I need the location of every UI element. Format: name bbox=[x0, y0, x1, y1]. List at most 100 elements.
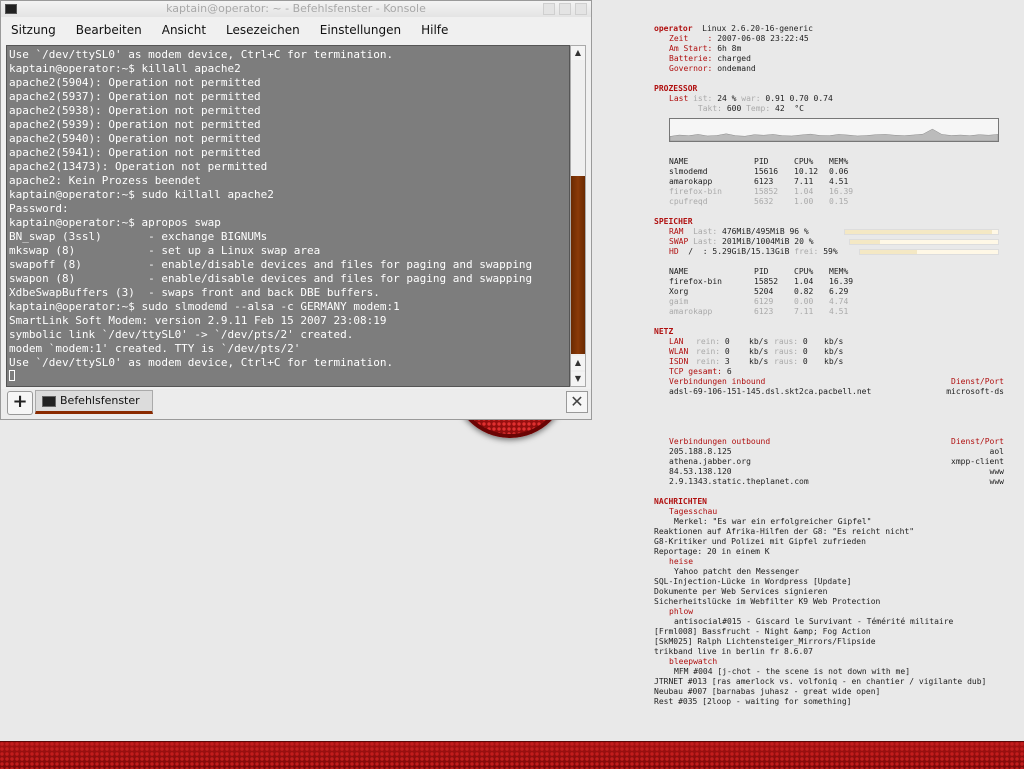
dienst-port-label: Dienst/Port bbox=[951, 437, 1004, 446]
proc-cell: 15852 bbox=[754, 187, 779, 196]
menu-lesezeichen[interactable]: Lesezeichen bbox=[216, 18, 310, 42]
news-item[interactable]: JTRNET #013 [ras amerlock vs. volfoniq -… bbox=[654, 677, 1004, 687]
connection-row: athena.jabber.org xmpp-client bbox=[654, 457, 1004, 467]
terminal-line: BN_swap (3ssl) - exchange BIGNUMs bbox=[9, 230, 268, 243]
terminal-line: modem `modem:1' created. TTY is `/dev/pt… bbox=[9, 342, 301, 355]
news-item[interactable]: Dokumente per Web Services signieren bbox=[654, 587, 1004, 597]
lan-rein: 0 bbox=[724, 337, 730, 346]
scroll-up-icon[interactable]: ▲ bbox=[571, 356, 585, 370]
menu-einstellungen[interactable]: Einstellungen bbox=[310, 18, 411, 42]
scroll-thumb[interactable] bbox=[571, 176, 585, 354]
conky-panel: operator Linux 2.6.20-16-generic Zeit : … bbox=[654, 24, 1004, 707]
last-label: Last bbox=[669, 94, 689, 103]
terminal-line: apache2(5904): Operation not permitted bbox=[9, 76, 261, 89]
menu-sitzung[interactable]: Sitzung bbox=[1, 18, 66, 42]
hd-label: HD bbox=[669, 247, 679, 256]
minimize-button[interactable] bbox=[543, 3, 555, 15]
wlan-rein: 0 bbox=[724, 347, 730, 356]
proc-cell: 1.04 bbox=[794, 187, 814, 196]
raus-label: raus: bbox=[774, 337, 799, 346]
proc-cell: 16.39 bbox=[829, 187, 854, 196]
news-item[interactable]: Reaktionen auf Afrika-Hilfen der G8: "Es… bbox=[654, 527, 1004, 537]
terminal-scrollbar[interactable]: ▲ ▲ ▼ bbox=[570, 45, 586, 387]
cpu-war: 0.91 0.70 0.74 bbox=[765, 94, 833, 103]
titlebar[interactable]: kaptain@operator: ~ - Befehlsfenster - K… bbox=[1, 1, 591, 17]
news-item[interactable]: Reportage: 20 in einem K bbox=[654, 547, 1004, 557]
proc-row: firefox-bin 15852 1.04 16.39 bbox=[654, 277, 1004, 287]
col-cpu: CPU% bbox=[794, 157, 814, 166]
lan-raus: 0 bbox=[802, 337, 808, 346]
menu-ansicht[interactable]: Ansicht bbox=[152, 18, 216, 42]
isdn-label: ISDN bbox=[669, 357, 689, 366]
ram-value: 476MiB/495MiB 96 % bbox=[722, 227, 809, 236]
proc-row: gaim 6129 0.00 4.74 bbox=[654, 297, 1004, 307]
news-item[interactable]: Sicherheitslücke im Webfilter K9 Web Pro… bbox=[654, 597, 1004, 607]
news-source: Tagesschau bbox=[669, 507, 718, 516]
news-item[interactable]: antisocial#015 - Giscard le Survivant - … bbox=[654, 617, 1004, 627]
proc-cell: cpufreqd bbox=[669, 197, 708, 206]
news-item[interactable]: G8-Kritiker und Polizei mit Gipfel zufri… bbox=[654, 537, 1004, 547]
terminal-line: Password: bbox=[9, 202, 69, 215]
proc-cell: amarokapp bbox=[669, 307, 713, 316]
am-start-label: Am Start: bbox=[669, 44, 713, 53]
cpu-ist: 24 % bbox=[717, 94, 737, 103]
news-item[interactable]: trikband live in berlin fr 8.6.07 bbox=[654, 647, 1004, 657]
konsole-window: kaptain@operator: ~ - Befehlsfenster - K… bbox=[0, 0, 592, 420]
proc-cell: firefox-bin bbox=[669, 277, 722, 286]
proc-cell: 10.12 bbox=[794, 167, 819, 176]
scroll-down-icon[interactable]: ▼ bbox=[571, 372, 585, 386]
tab-befehlsfenster[interactable]: Befehlsfenster bbox=[35, 390, 153, 414]
proc-cell: 1.04 bbox=[794, 277, 814, 286]
ram-last-label: Last: bbox=[693, 227, 718, 236]
proc-cell: 6129 bbox=[754, 297, 774, 306]
new-tab-button[interactable]: + bbox=[7, 391, 33, 415]
scroll-up-icon[interactable]: ▲ bbox=[571, 46, 585, 60]
mem-proc-header: NAME PID CPU% MEM% bbox=[654, 267, 1004, 277]
menu-bearbeiten[interactable]: Bearbeiten bbox=[66, 18, 152, 42]
news-source: heise bbox=[669, 557, 694, 566]
connection-host: 205.188.8.125 bbox=[669, 447, 732, 456]
news-item[interactable]: [SkM025] Ralph Lichtensteiger_Mirrors/Fl… bbox=[654, 637, 1004, 647]
connection-port: microsoft-ds bbox=[946, 387, 1004, 396]
terminal-line: kaptain@operator:~$ killall apache2 bbox=[9, 62, 241, 75]
terminal-line: apache2: Kein Prozess beendet bbox=[9, 174, 202, 187]
close-tab-button[interactable]: ✕ bbox=[566, 391, 588, 413]
window-title: kaptain@operator: ~ - Befehlsfenster - K… bbox=[166, 2, 426, 15]
wlan-raus: 0 bbox=[802, 347, 808, 356]
hd-value: 5.29GiB/15.13GiB bbox=[712, 247, 790, 256]
kbs-unit: kb/s bbox=[824, 357, 844, 366]
connection-port: aol bbox=[989, 447, 1004, 456]
terminal-output[interactable]: Use `/dev/ttySL0' as modem device, Ctrl+… bbox=[6, 45, 570, 387]
proc-row: slmodemd 15616 10.12 0.06 bbox=[654, 167, 1004, 177]
connection-host: athena.jabber.org bbox=[669, 457, 751, 466]
terminal-line: apache2(5940): Operation not permitted bbox=[9, 132, 261, 145]
ist-label: ist: bbox=[693, 94, 713, 103]
terminal-line: apache2(13473): Operation not permitted bbox=[9, 160, 268, 173]
terminal-line: mkswap (8) - set up a Linux swap area bbox=[9, 244, 321, 257]
temp-unit: °C bbox=[794, 104, 804, 113]
cpu-proc-header: NAME PID CPU% MEM% bbox=[654, 157, 1004, 167]
maximize-button[interactable] bbox=[559, 3, 571, 15]
menu-hilfe[interactable]: Hilfe bbox=[411, 18, 458, 42]
news-item[interactable]: Rest #035 [2loop - waiting for something… bbox=[654, 697, 1004, 707]
connection-port: xmpp-client bbox=[951, 457, 1004, 466]
kbs-unit: kb/s bbox=[749, 347, 769, 356]
connection-host: 2.9.1343.static.theplanet.com bbox=[669, 477, 809, 486]
news-source: bleepwatch bbox=[669, 657, 718, 666]
news-item[interactable]: MFM #004 [j-chot - the scene is not down… bbox=[654, 667, 1004, 677]
war-label: war: bbox=[741, 94, 761, 103]
news-item[interactable]: Merkel: "Es war ein erfolgreicher Gipfel… bbox=[654, 517, 1004, 527]
proc-cell: amarokapp bbox=[669, 177, 713, 186]
swap-last-label: Last: bbox=[693, 237, 718, 246]
rein-label: rein: bbox=[696, 347, 721, 356]
terminal-line: Use `/dev/ttySL0' as modem device, Ctrl+… bbox=[9, 356, 394, 369]
news-item[interactable]: [Frml008] Bassfrucht - Night &amp; Fog A… bbox=[654, 627, 1004, 637]
news-item[interactable]: SQL-Injection-Lücke in Wordpress [Update… bbox=[654, 577, 1004, 587]
proc-row: cpufreqd 5632 1.00 0.15 bbox=[654, 197, 1004, 207]
news-item[interactable]: Yahoo patcht den Messenger bbox=[654, 567, 1004, 577]
close-button[interactable] bbox=[575, 3, 587, 15]
terminal-prompt-line[interactable] bbox=[9, 370, 569, 384]
news-item[interactable]: Neubau #007 [barnabas juhasz - great wid… bbox=[654, 687, 1004, 697]
temp: 42 bbox=[775, 104, 785, 113]
terminal-line: swapon (8) - enable/disable devices and … bbox=[9, 272, 533, 285]
